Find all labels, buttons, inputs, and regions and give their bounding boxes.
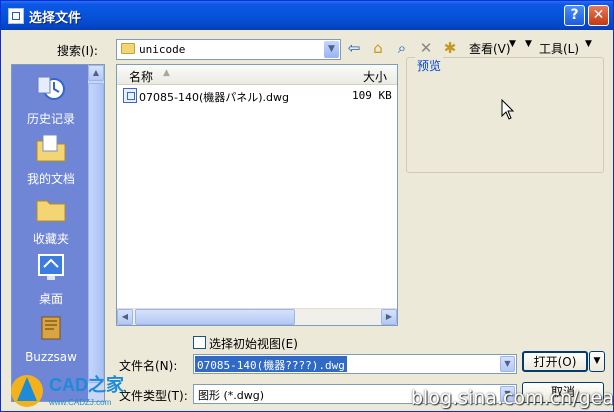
folder-icon	[121, 43, 135, 54]
place-favorites[interactable]: 收藏夹	[12, 191, 90, 247]
dwg-file-icon	[123, 88, 137, 103]
initial-view-checkbox[interactable]	[193, 336, 206, 349]
up-folder-icon[interactable]: ⌂	[369, 39, 387, 57]
file-name: 07085-140(機器パネル).dwg	[139, 91, 289, 104]
file-dialog-window: 选择文件 ? ✕ 搜索(I): unicode ▼ ⇦ ⌂ ⌕ ✕ ✱ 查看(V…	[0, 0, 614, 412]
preview-label: 预览	[415, 57, 444, 74]
place-my-documents[interactable]: 我的文档	[12, 131, 90, 187]
open-options-button[interactable]: ▼	[589, 351, 605, 372]
place-label: 我的文档	[26, 172, 75, 186]
logo-url: www.CADZJ.com	[48, 398, 112, 407]
my-documents-icon	[36, 134, 66, 162]
delete-icon[interactable]: ✕	[417, 39, 435, 57]
place-label: 桌面	[38, 292, 63, 306]
places-bar: 历史记录 我的文档 收藏夹 桌面 Buzzsaw ▲	[11, 64, 105, 402]
new-folder-icon[interactable]: ✱	[441, 39, 459, 57]
view-dropdown-icon[interactable]: ▼	[509, 39, 516, 49]
cad-logo: CAD之家 www.CADZJ.com	[11, 374, 125, 407]
column-header: 名称 ▲ 大小	[117, 65, 397, 85]
initial-view-label: 选择初始视图(E)	[209, 337, 298, 351]
scroll-up-icon[interactable]: ▲	[88, 65, 104, 81]
table-row[interactable]: 07085-140(機器パネル).dwg 109 KB	[121, 87, 393, 105]
search-label: 搜索(I):	[57, 44, 98, 58]
view-menu[interactable]: 查看(V)	[469, 40, 511, 57]
place-label: 收藏夹	[32, 232, 69, 246]
file-list-hscrollbar[interactable]: ◀ ▶	[117, 308, 397, 325]
cursor-icon	[501, 99, 515, 120]
sort-up-icon: ▲	[163, 68, 170, 78]
file-list-scroll-thumb[interactable]	[135, 309, 295, 325]
title-bar[interactable]: 选择文件 ? ✕	[1, 1, 613, 30]
blog-watermark: blog.sina.com.cn/gead	[411, 387, 614, 409]
place-label: Buzzsaw	[25, 350, 77, 364]
filename-input[interactable]: 07085-140(機器????).dwg ▼	[193, 354, 517, 374]
search-web-icon[interactable]: ⌕	[393, 39, 411, 57]
window-title: 选择文件	[29, 11, 82, 26]
place-desktop[interactable]: 桌面	[12, 251, 90, 307]
places-scrollbar[interactable]: ▲	[88, 65, 104, 401]
logo-text: CAD之家	[49, 374, 125, 395]
file-size: 109 KB	[352, 89, 392, 102]
app-icon	[8, 8, 24, 24]
favorites-icon	[36, 200, 66, 222]
place-label: 历史记录	[26, 112, 75, 126]
location-combo[interactable]: unicode ▼	[116, 39, 341, 60]
chevron-down-icon[interactable]: ▼	[324, 41, 339, 58]
scroll-left-icon[interactable]: ◀	[117, 309, 133, 325]
help-button[interactable]: ?	[564, 5, 585, 26]
place-history[interactable]: 历史记录	[12, 71, 90, 127]
file-list[interactable]: 名称 ▲ 大小 07085-140(機器パネル).dwg 109 KB ◀ ▶	[116, 64, 398, 326]
tools-chevron-icon: ▼	[585, 39, 592, 49]
back-icon[interactable]: ⇦	[345, 39, 363, 57]
close-button[interactable]: ✕	[588, 5, 609, 26]
filename-value: 07085-140(機器????).dwg	[195, 356, 347, 372]
tools-menu[interactable]: 工具(L)	[539, 40, 579, 57]
place-buzzsaw[interactable]: Buzzsaw	[12, 311, 90, 364]
filetype-value: 图形 (*.dwg)	[198, 389, 265, 402]
history-icon	[37, 76, 65, 100]
column-size[interactable]: 大小	[363, 68, 387, 85]
column-name[interactable]: 名称	[129, 68, 153, 85]
scroll-right-icon[interactable]: ▶	[381, 309, 397, 325]
location-value: unicode	[139, 43, 186, 56]
filename-dropdown-icon[interactable]: ▼	[500, 356, 515, 372]
buzzsaw-icon	[41, 316, 61, 340]
open-button[interactable]: 打开(O)	[522, 351, 588, 372]
places-scroll-thumb[interactable]	[88, 83, 104, 383]
desktop-icon	[38, 254, 64, 280]
tools-dropdown-icon[interactable]: ▼	[525, 39, 532, 49]
